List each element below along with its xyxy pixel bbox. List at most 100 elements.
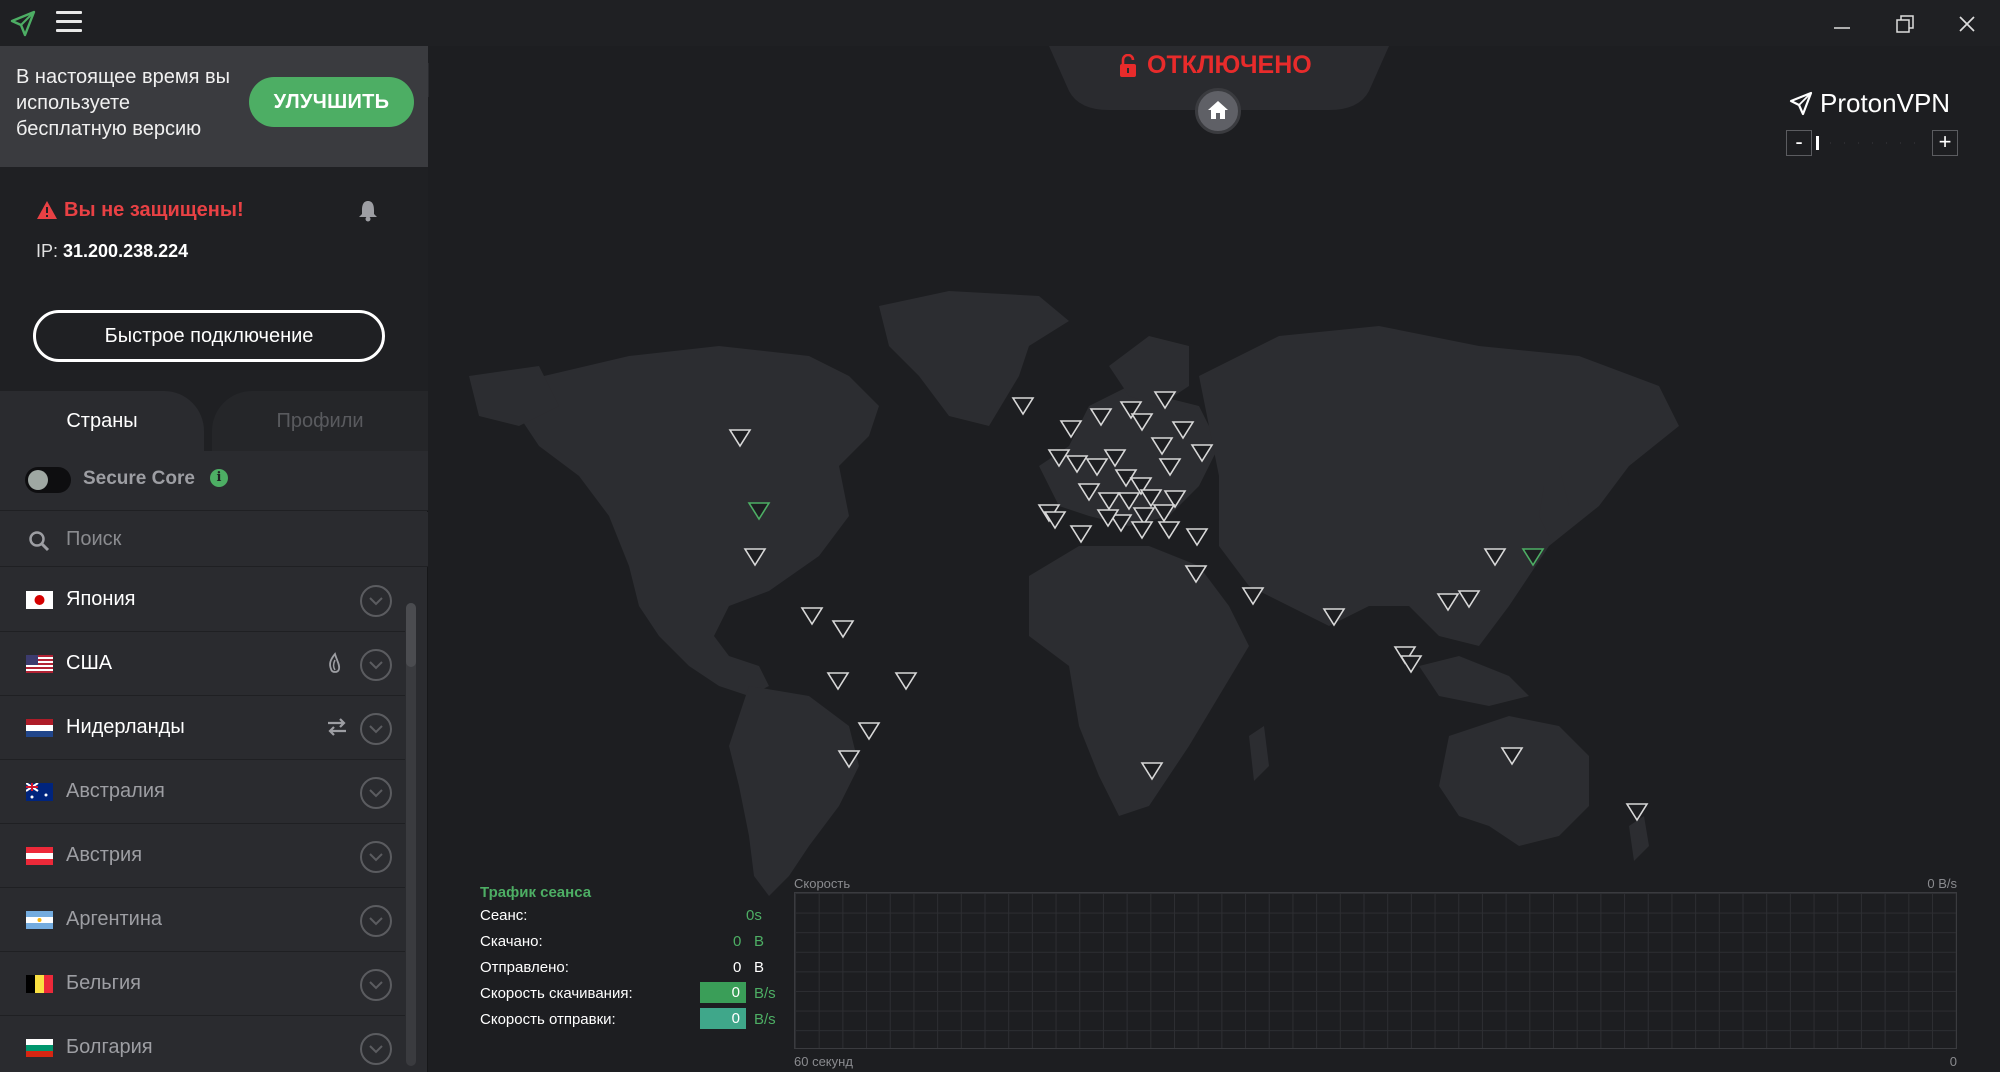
info-icon[interactable]: i xyxy=(210,469,228,487)
server-marker-icon[interactable] xyxy=(1011,397,1035,416)
expand-country-button[interactable] xyxy=(360,777,392,809)
downloaded-value: 0 xyxy=(733,933,742,950)
session-traffic: Трафик сеанса Сеанс: 0s Скачано: 0 B Отп… xyxy=(480,884,780,1037)
graph-grid xyxy=(794,892,1957,1049)
close-button[interactable] xyxy=(1945,8,1991,38)
expand-country-button[interactable] xyxy=(360,713,392,745)
server-marker-icon[interactable] xyxy=(1399,655,1423,674)
server-marker-icon[interactable] xyxy=(1185,528,1209,547)
chevron-down-icon xyxy=(369,597,383,606)
upload-speed-value: 0 xyxy=(700,1008,746,1029)
upgrade-panel: В настоящее время вы используете бесплат… xyxy=(0,46,428,167)
chevron-down-icon xyxy=(369,661,383,670)
scroll-track[interactable] xyxy=(406,603,416,1066)
country-name: Бельгия xyxy=(66,972,141,994)
tab-profiles[interactable]: Профили xyxy=(212,391,428,451)
download-speed-unit: B/s xyxy=(754,985,776,1002)
secure-core-label: Secure Core xyxy=(83,468,195,489)
expand-country-button[interactable] xyxy=(360,649,392,681)
title-bar xyxy=(0,0,2000,46)
flag-icon xyxy=(26,847,53,865)
minimize-icon xyxy=(1834,27,1850,29)
search-input[interactable] xyxy=(66,522,406,556)
quick-connect-button[interactable]: Быстрое подключение xyxy=(33,310,385,362)
downloaded-label: Скачано: xyxy=(480,933,543,950)
server-marker-icon[interactable] xyxy=(857,722,881,741)
scroll-thumb[interactable] xyxy=(406,603,416,667)
protonvpn-logo-icon xyxy=(10,10,36,37)
zoom-in-button[interactable]: + xyxy=(1932,130,1958,156)
download-speed-value: 0 xyxy=(700,982,746,1003)
country-row[interactable]: Австрия xyxy=(0,824,405,888)
hamburger-menu-icon[interactable] xyxy=(56,11,82,35)
server-marker-icon[interactable] xyxy=(1130,521,1154,540)
ip-label: IP: xyxy=(36,241,64,261)
speed-graph: Скорость 0 B/s 60 секунд 0 xyxy=(794,876,1957,1069)
upload-speed-row: Скорость отправки: 0 B/s xyxy=(480,1008,780,1037)
country-name: США xyxy=(66,652,113,674)
flag-icon xyxy=(26,975,53,993)
map-area: ОТКЛЮЧЕНО ProtonVPN - + Трафик сеанса Се… xyxy=(429,46,2000,1072)
expand-country-button[interactable] xyxy=(360,1033,392,1065)
session-row: Сеанс: 0s xyxy=(480,907,780,933)
server-marker-icon[interactable] xyxy=(1241,587,1265,606)
expand-country-button[interactable] xyxy=(360,969,392,1001)
server-marker-icon[interactable] xyxy=(1069,525,1093,544)
world-map[interactable] xyxy=(429,46,2000,946)
ip-value: 31.200.238.224 xyxy=(63,241,189,261)
server-marker-icon[interactable] xyxy=(800,607,824,626)
upload-speed-label: Скорость отправки: xyxy=(480,1011,616,1028)
country-row[interactable]: Австралия xyxy=(0,760,405,824)
unlocked-icon xyxy=(1120,53,1136,77)
flag-icon xyxy=(26,655,53,673)
expand-country-button[interactable] xyxy=(360,841,392,873)
flag-icon xyxy=(26,1039,53,1057)
protonvpn-brand: ProtonVPN xyxy=(1788,88,1950,119)
secure-core-toggle[interactable] xyxy=(25,467,71,493)
server-marker-icon[interactable] xyxy=(831,620,855,639)
country-name: Болгария xyxy=(66,1036,153,1058)
country-row[interactable]: Япония xyxy=(0,568,405,632)
connection-status: ОТКЛЮЧЕНО xyxy=(1119,51,1312,80)
server-marker-icon[interactable] xyxy=(826,672,850,691)
country-row[interactable]: Аргентина xyxy=(0,888,405,952)
country-name: Нидерланды xyxy=(66,716,185,738)
country-row[interactable]: Нидерланды xyxy=(0,696,405,760)
uploaded-value: 0 xyxy=(733,959,742,976)
graph-min-label: 0 xyxy=(1949,1054,1957,1069)
server-marker-icon[interactable] xyxy=(894,672,918,691)
zoom-out-button[interactable]: - xyxy=(1786,130,1812,156)
graph-title: Скорость xyxy=(794,876,851,891)
uploaded-label: Отправлено: xyxy=(480,959,569,976)
country-row[interactable]: Бельгия xyxy=(0,952,405,1016)
search-icon xyxy=(29,531,50,552)
expand-country-button[interactable] xyxy=(360,905,392,937)
country-row[interactable]: Болгария xyxy=(0,1016,405,1072)
server-marker-icon[interactable] xyxy=(1157,521,1181,540)
restore-button[interactable] xyxy=(1883,8,1929,38)
notification-bell-icon[interactable] xyxy=(356,199,380,223)
zoom-control: - + xyxy=(1786,130,1958,156)
close-icon xyxy=(1959,16,1975,32)
upgrade-button[interactable]: УЛУЧШИТЬ xyxy=(249,77,414,127)
home-button[interactable] xyxy=(1195,88,1241,134)
chevron-down-icon xyxy=(369,789,383,798)
country-row[interactable]: США xyxy=(0,632,405,696)
p2p-icon xyxy=(324,716,350,743)
warning-icon xyxy=(37,200,57,219)
session-value: 0s xyxy=(746,907,762,924)
chevron-down-icon xyxy=(369,981,383,990)
ip-address: IP: 31.200.238.224 xyxy=(36,241,188,262)
downloaded-row: Скачано: 0 B xyxy=(480,933,780,959)
protonvpn-logo-icon xyxy=(1789,91,1813,115)
tab-countries[interactable]: Страны xyxy=(0,391,204,451)
expand-country-button[interactable] xyxy=(360,585,392,617)
graph-max-label: 0 B/s xyxy=(1927,876,1957,891)
graph-time-label: 60 секунд xyxy=(794,1054,853,1069)
minimize-button[interactable] xyxy=(1820,8,1866,38)
downloaded-unit: B xyxy=(754,933,765,950)
tor-icon xyxy=(324,652,346,681)
zoom-slider[interactable] xyxy=(1816,134,1928,152)
country-name: Аргентина xyxy=(66,908,162,930)
chevron-down-icon xyxy=(369,853,383,862)
